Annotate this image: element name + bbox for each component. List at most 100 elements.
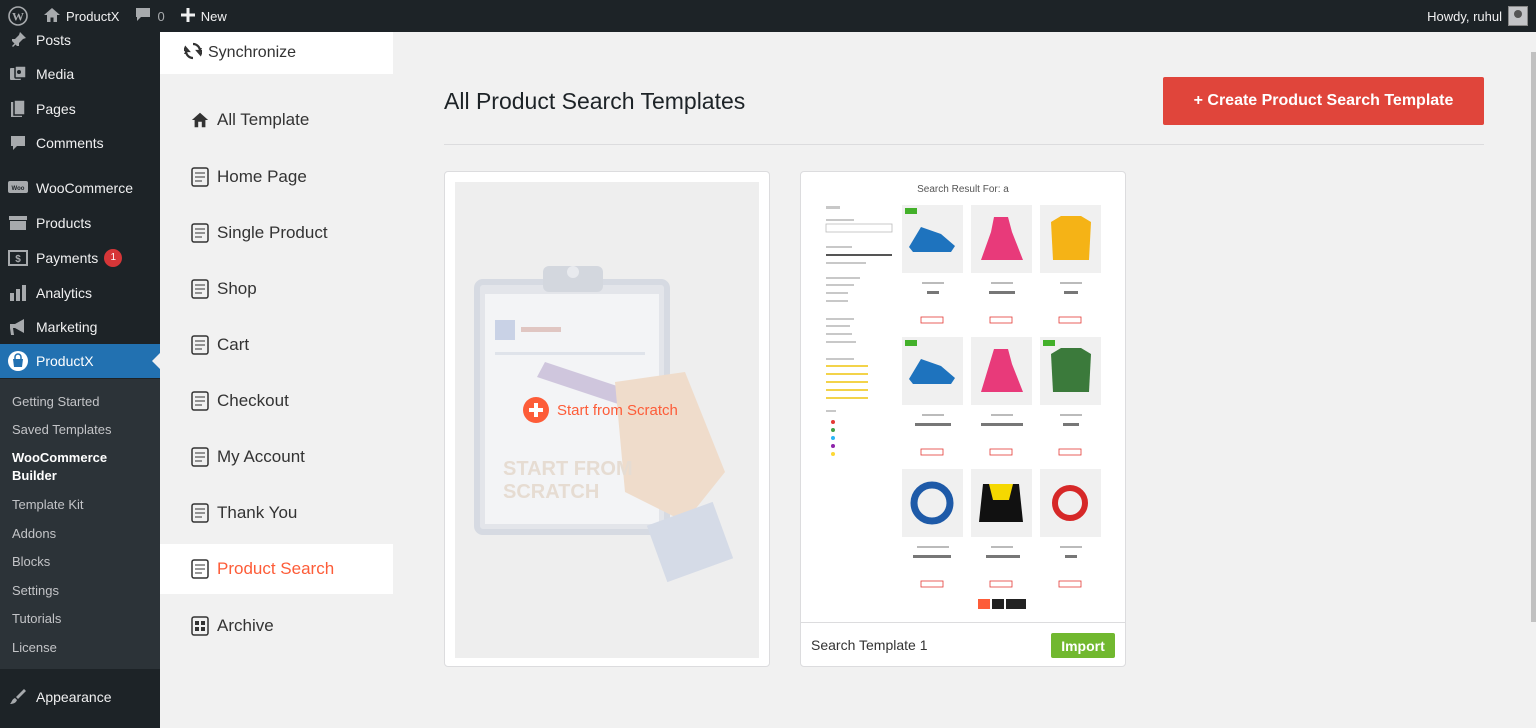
submenu-template-kit[interactable]: Template Kit xyxy=(12,497,84,512)
nav-product-search[interactable]: Product Search xyxy=(160,544,393,594)
nav-label: Shop xyxy=(217,279,257,298)
svg-text:Woo: Woo xyxy=(12,186,25,192)
svg-text:W: W xyxy=(12,10,24,24)
megaphone-icon xyxy=(0,318,36,336)
sidebar-item-label: Marketing xyxy=(36,319,98,335)
submenu-settings[interactable]: Settings xyxy=(12,583,59,598)
bag-icon xyxy=(0,351,36,371)
new-label: New xyxy=(200,8,227,24)
sidebar-item-label: Payments xyxy=(36,250,99,266)
grid-icon xyxy=(191,616,209,636)
paintbrush-icon xyxy=(0,688,36,706)
divider xyxy=(444,144,1484,145)
new-content-link[interactable]: New xyxy=(173,0,235,32)
howdy-text: Howdy, ruhul xyxy=(1427,8,1502,24)
nav-my-account[interactable]: My Account xyxy=(160,432,393,482)
sidebar-item-label: Products xyxy=(36,215,92,231)
payments-badge: 1 xyxy=(104,249,123,267)
sync-icon xyxy=(182,42,204,65)
sidebar-item-label: Appearance xyxy=(36,689,112,705)
site-name: ProductX xyxy=(66,8,120,24)
template-card-footer: Search Template 1 Import xyxy=(801,622,1125,666)
pin-icon xyxy=(0,31,36,49)
builder-nav: Synchronize All Template Home Page Singl… xyxy=(160,32,393,728)
create-template-button[interactable]: + Create Product Search Template xyxy=(1163,77,1484,125)
template-icon xyxy=(191,447,209,467)
sidebar-item-analytics[interactable]: Analytics xyxy=(0,276,160,310)
watermark-line-1: START FROM xyxy=(503,458,633,480)
sidebar-item-posts[interactable]: Posts xyxy=(0,23,160,57)
sidebar-item-label: Analytics xyxy=(36,285,93,301)
nav-single-product[interactable]: Single Product xyxy=(160,208,393,258)
sidebar-item-appearance[interactable]: Appearance xyxy=(0,680,160,714)
preview-search-title: Search Result For: a xyxy=(917,184,1009,195)
submenu-saved-templates[interactable]: Saved Templates xyxy=(12,422,112,437)
sidebar-item-payments[interactable]: $ Payments 1 xyxy=(0,241,160,275)
page-scrollbar[interactable] xyxy=(1531,32,1536,728)
svg-text:$: $ xyxy=(15,254,21,265)
user-account-menu[interactable]: Howdy, ruhul xyxy=(1427,6,1528,26)
watermark-line-2: SCRATCH xyxy=(503,481,600,503)
preview-thumbnail xyxy=(825,205,1101,609)
import-button[interactable]: Import xyxy=(1051,633,1115,658)
sidebar-item-pages[interactable]: Pages xyxy=(0,92,160,126)
nav-checkout[interactable]: Checkout xyxy=(160,376,393,426)
start-from-scratch-card[interactable]: Start from Scratch START FROM SCRATCH xyxy=(444,171,770,667)
template-icon xyxy=(191,503,209,523)
submenu-blocks[interactable]: Blocks xyxy=(12,554,50,569)
synchronize-button[interactable]: Synchronize xyxy=(160,32,393,74)
template-card[interactable]: Search Result For: a Search Template 1 I… xyxy=(800,171,1126,667)
submenu-getting-started[interactable]: Getting Started xyxy=(12,394,99,409)
nav-label: Home Page xyxy=(217,167,307,186)
page-title: All Product Search Templates xyxy=(444,88,746,114)
nav-archive[interactable]: Archive xyxy=(160,601,393,651)
admin-bar: W ProductX 0 New Howdy, ruhul xyxy=(0,0,1536,32)
admin-sidebar: Posts Media Pages Comments Woo WooCommer… xyxy=(0,32,160,728)
nav-shop[interactable]: Shop xyxy=(160,264,393,314)
nav-label: Single Product xyxy=(217,223,328,242)
sidebar-item-label: WooCommerce xyxy=(36,180,133,196)
sidebar-item-media[interactable]: Media xyxy=(0,57,160,91)
nav-label: Product Search xyxy=(217,559,335,578)
nav-cart[interactable]: Cart xyxy=(160,320,393,370)
sidebar-item-marketing[interactable]: Marketing xyxy=(0,310,160,344)
submenu-license[interactable]: License xyxy=(12,640,57,655)
nav-label: Archive xyxy=(217,616,274,635)
nav-all-template[interactable]: All Template xyxy=(160,95,393,145)
submenu-addons[interactable]: Addons xyxy=(12,526,56,541)
submenu-tutorials[interactable]: Tutorials xyxy=(12,611,61,626)
nav-home-page[interactable]: Home Page xyxy=(160,152,393,202)
sidebar-item-label: Comments xyxy=(36,135,104,151)
scrollbar-thumb[interactable] xyxy=(1531,52,1536,622)
home-icon xyxy=(191,110,209,130)
nav-label: Cart xyxy=(217,335,250,354)
sidebar-item-woocommerce[interactable]: Woo WooCommerce xyxy=(0,171,160,205)
nav-label: Checkout xyxy=(217,391,289,410)
template-preview: Search Result For: a xyxy=(801,172,1125,622)
sidebar-item-label: Media xyxy=(36,66,75,82)
start-from-scratch-button[interactable]: Start from Scratch xyxy=(523,397,678,423)
sidebar-item-comments[interactable]: Comments xyxy=(0,126,160,160)
home-icon xyxy=(44,7,60,25)
media-icon xyxy=(0,65,36,83)
avatar xyxy=(1508,6,1528,26)
nav-label: Thank You xyxy=(217,503,298,522)
nav-thank-you[interactable]: Thank You xyxy=(160,488,393,538)
sidebar-item-products[interactable]: Products xyxy=(0,206,160,240)
archive-icon xyxy=(0,215,36,231)
woo-icon: Woo xyxy=(0,181,36,195)
sidebar-item-productx[interactable]: ProductX xyxy=(0,344,160,378)
template-icon xyxy=(191,559,209,579)
nav-label: My Account xyxy=(217,447,305,466)
template-icon xyxy=(191,391,209,411)
main-content: All Product Search Templates + Create Pr… xyxy=(393,32,1536,728)
submenu-woocommerce-builder[interactable]: WooCommerce Builder xyxy=(12,449,122,485)
sidebar-item-label: ProductX xyxy=(36,353,94,369)
sidebar-item-label: Posts xyxy=(36,32,72,48)
productx-submenu: Getting Started Saved Templates WooComme… xyxy=(0,379,160,669)
template-icon xyxy=(191,279,209,299)
sidebar-item-label: Pages xyxy=(36,101,76,117)
comment-icon xyxy=(0,135,36,151)
synchronize-label: Synchronize xyxy=(208,44,297,61)
plus-icon xyxy=(180,7,195,25)
